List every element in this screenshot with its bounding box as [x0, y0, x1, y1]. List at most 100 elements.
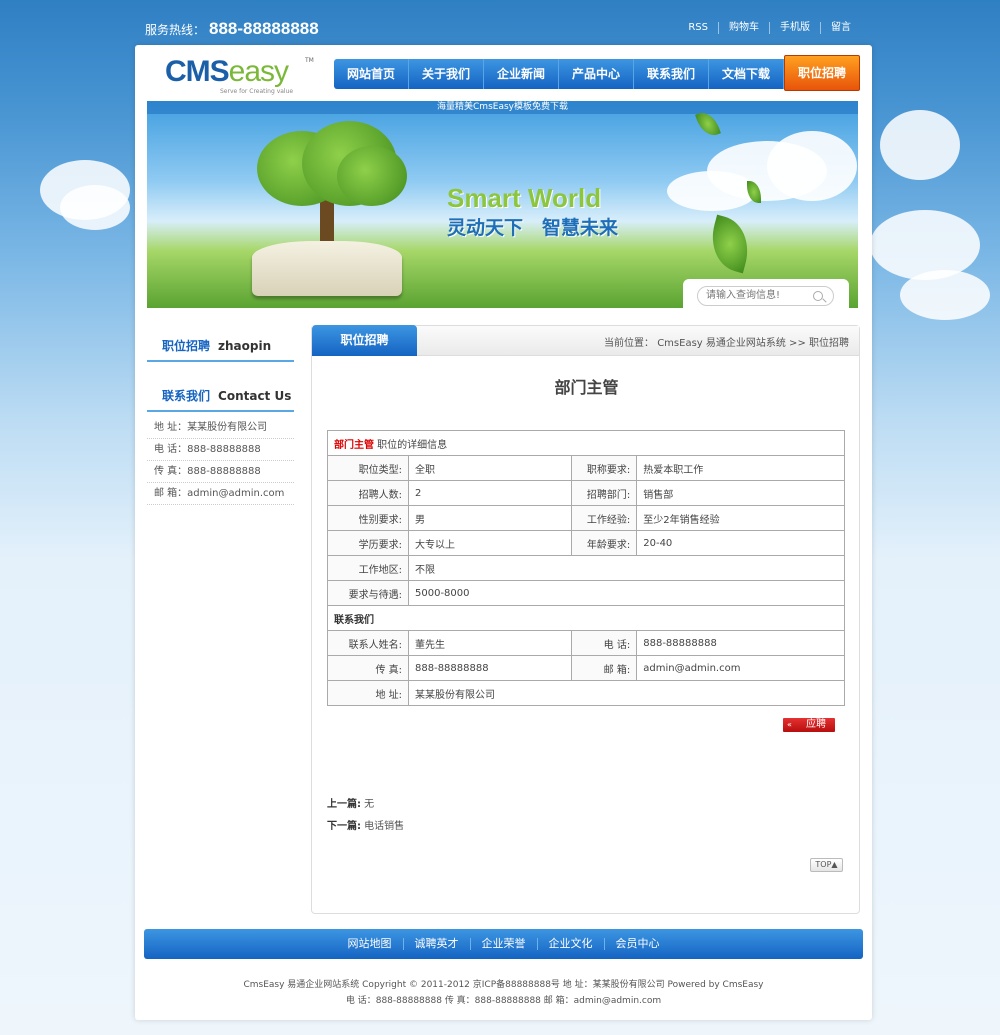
job-detail-table: 部门主管 职位的详细信息 职位类型: 全职 职称要求: 热爱本职工作 招聘人数:…	[327, 430, 845, 706]
footer-contact-line: 电 话：888-88888888 传 真：888-88888888 邮 箱：ad…	[345, 996, 662, 1006]
logo-text-a: CMS	[165, 55, 230, 88]
main-content: 职位招聘 当前位置： CmsEasy 易通企业网站系统 >> 职位招聘 部门主管…	[311, 325, 860, 914]
nav-products[interactable]: 产品中心	[559, 59, 634, 89]
label-salary: 要求与待遇:	[327, 580, 409, 606]
table-row: 学历要求: 大专以上 年龄要求: 20-40	[327, 530, 845, 556]
value-experience: 至少2年销售经验	[636, 505, 845, 531]
page-container: CMSeasy TM Serve for Creating value 网站首页…	[135, 45, 872, 1020]
value-phone: 888-88888888	[636, 630, 845, 656]
table-row: 招聘人数: 2 招聘部门: 销售部	[327, 480, 845, 506]
next-article[interactable]: 下一篇: 电话销售	[327, 817, 404, 832]
label-fax: 传 真:	[327, 655, 409, 681]
copyright-line: CmsEasy 易通企业网站系统 Copyright © 2011-2012 京…	[243, 980, 764, 990]
nav-news[interactable]: 企业新闻	[484, 59, 559, 89]
footer-member-link[interactable]: 会员中心	[603, 938, 671, 950]
nav-contact[interactable]: 联系我们	[634, 59, 709, 89]
value-gender: 男	[407, 505, 573, 531]
sidebar-contact-email: 邮 箱：admin@admin.com	[147, 483, 294, 505]
mobile-link[interactable]: 手机版	[769, 22, 820, 34]
value-contact-name: 董先生	[407, 630, 573, 656]
sidebar-contact-address: 地 址：某某股份有限公司	[147, 417, 294, 439]
value-address: 某某股份有限公司	[408, 680, 845, 706]
message-link[interactable]: 留言	[820, 22, 861, 34]
sidebar-contact-cn: 联系我们	[162, 389, 211, 403]
value-age: 20-40	[636, 530, 845, 556]
footer-nav: 网站地图 诚聘英才 企业荣誉 企业文化 会员中心	[144, 929, 863, 959]
sidebar-contact-en: Contact Us	[218, 389, 292, 403]
table-head-rest: 职位的详细信息	[374, 439, 448, 451]
sidebar-jobs-title[interactable]: 职位招聘 zhaopin	[147, 327, 294, 362]
back-to-top-button[interactable]: TOP▲	[810, 858, 843, 872]
banner-top-text[interactable]: 海量精美CmsEasy模板免费下载	[147, 101, 858, 114]
value-email: admin@admin.com	[636, 655, 845, 681]
value-fax: 888-88888888	[407, 655, 573, 681]
label-area: 工作地区:	[327, 555, 409, 581]
hotline-label: 服务热线：	[145, 23, 206, 37]
table-row: 工作地区: 不限	[327, 555, 845, 581]
nav-home[interactable]: 网站首页	[334, 59, 409, 89]
label-phone: 电 话:	[571, 630, 638, 656]
table-head-cell: 部门主管 职位的详细信息	[327, 430, 845, 456]
value-job-type: 全职	[407, 455, 573, 481]
table-row: 传 真: 888-88888888 邮 箱: admin@admin.com	[327, 655, 845, 681]
prev-article[interactable]: 上一篇: 无	[327, 795, 374, 810]
table-row: 要求与待遇: 5000-8000	[327, 580, 845, 606]
label-address: 地 址:	[327, 680, 409, 706]
table-row: 联系我们	[327, 605, 845, 631]
nav-downloads[interactable]: 文档下载	[709, 59, 784, 89]
rss-link[interactable]: RSS	[678, 22, 718, 34]
banner-cloud	[767, 131, 857, 201]
value-salary: 5000-8000	[408, 580, 845, 606]
sidebar-contact-fax: 传 真：888-88888888	[147, 461, 294, 483]
sidebar-contact-phone: 电 话：888-88888888	[147, 439, 294, 461]
logo-slogan: Serve for Creating value	[220, 88, 294, 95]
bg-cloud	[900, 270, 990, 320]
top-links: RSS 购物车 手机版 留言	[678, 22, 861, 34]
banner-headline-en: Smart World	[447, 183, 602, 213]
logo-text-b: easy	[228, 55, 289, 88]
footer-sitemap-link[interactable]: 网站地图	[337, 938, 403, 950]
nav-jobs[interactable]: 职位招聘	[784, 55, 860, 91]
bg-cloud	[870, 210, 980, 280]
main-nav: 网站首页 关于我们 企业新闻 产品中心 联系我们 文档下载 职位招聘	[334, 55, 860, 91]
search-box: 请输入查询信息!	[683, 279, 849, 308]
banner: 海量精美CmsEasy模板免费下载 Smart World 灵动天下 智慧未来 …	[147, 101, 858, 308]
label-experience: 工作经验:	[571, 505, 638, 531]
label-title-req: 职称要求:	[571, 455, 638, 481]
sidebar-jobs-en: zhaopin	[218, 339, 272, 353]
tab-jobs[interactable]: 职位招聘	[312, 325, 417, 356]
label-education: 学历要求:	[327, 530, 409, 556]
next-label: 下一篇:	[327, 821, 361, 832]
table-row: 地 址: 某某股份有限公司	[327, 680, 845, 706]
label-email: 邮 箱:	[571, 655, 638, 681]
footer-culture-link[interactable]: 企业文化	[536, 938, 604, 950]
value-title-req: 热爱本职工作	[636, 455, 845, 481]
table-head-name: 部门主管	[334, 439, 374, 451]
table-row: 性别要求: 男 工作经验: 至少2年销售经验	[327, 505, 845, 531]
bg-cloud	[60, 185, 130, 230]
main-header: 职位招聘 当前位置： CmsEasy 易通企业网站系统 >> 职位招聘	[312, 325, 859, 356]
table-row: 联系人姓名: 董先生 电 话: 888-88888888	[327, 630, 845, 656]
label-headcount: 招聘人数:	[327, 480, 409, 506]
cart-link[interactable]: 购物车	[718, 22, 769, 34]
search-icon[interactable]	[813, 291, 823, 301]
table-row: 部门主管 职位的详细信息	[327, 430, 845, 456]
banner-headline-cn: 灵动天下 智慧未来	[447, 217, 619, 239]
nav-about[interactable]: 关于我们	[409, 59, 484, 89]
next-value[interactable]: 电话销售	[361, 821, 404, 832]
tree-crown	[337, 146, 407, 206]
sidebar: 职位招聘 zhaopin 联系我们 Contact Us 地 址：某某股份有限公司 …	[147, 327, 294, 505]
sidebar-jobs-cn: 职位招聘	[162, 339, 211, 353]
value-headcount: 2	[407, 480, 573, 506]
breadcrumb: 当前位置： CmsEasy 易通企业网站系统 >> 职位招聘	[604, 338, 849, 349]
label-contact-name: 联系人姓名:	[327, 630, 409, 656]
apply-button[interactable]: « 应聘	[783, 718, 835, 732]
double-left-arrow-icon: «	[787, 720, 792, 729]
footer-honors-link[interactable]: 企业荣誉	[469, 938, 537, 950]
value-department: 销售部	[636, 480, 845, 506]
logo[interactable]: CMSeasy TM Serve for Creating value	[165, 57, 315, 97]
table-row: 职位类型: 全职 职称要求: 热爱本职工作	[327, 455, 845, 481]
top-bar: 服务热线： 888-88888888 RSS 购物车 手机版 留言	[145, 18, 863, 40]
leaf-icon	[704, 214, 756, 274]
footer-careers-link[interactable]: 诚聘英才	[402, 938, 470, 950]
